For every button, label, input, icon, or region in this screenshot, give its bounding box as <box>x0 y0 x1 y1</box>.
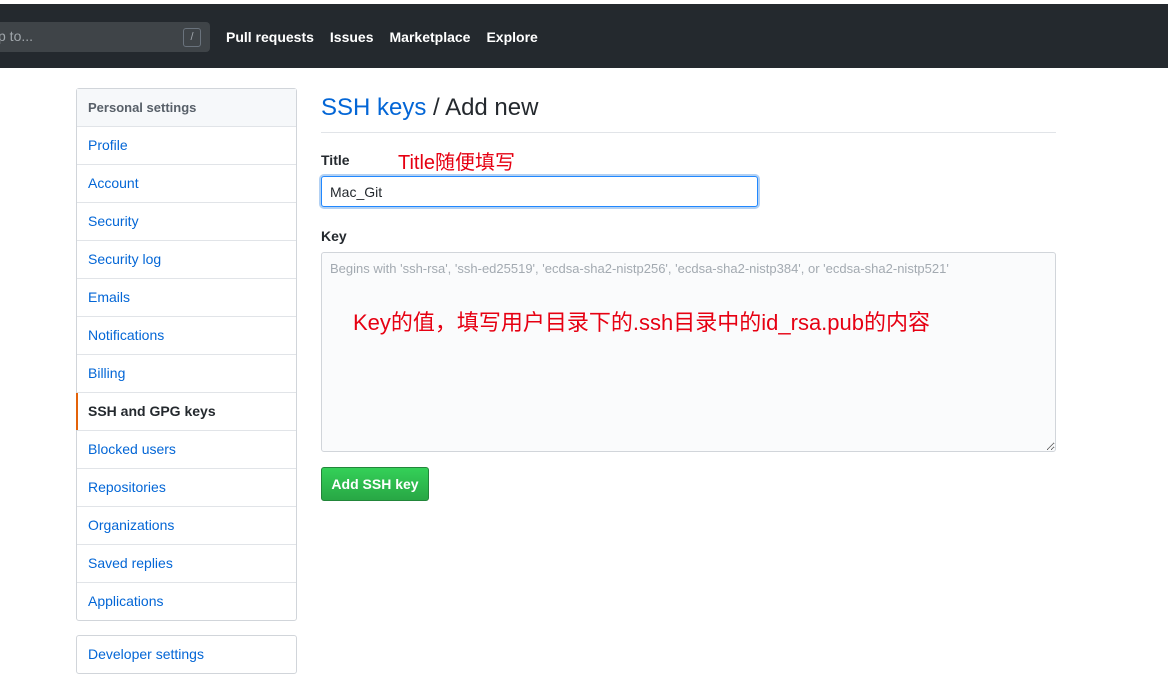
sidebar-heading: Personal settings <box>77 89 296 127</box>
nav-explore[interactable]: Explore <box>486 29 537 45</box>
page-title-text: Add new <box>445 94 539 121</box>
title-annotation: Title随便填写 <box>398 152 516 174</box>
key-textarea[interactable] <box>321 252 1056 452</box>
title-label: Title <box>321 152 350 168</box>
sidebar-item-security[interactable]: Security <box>77 203 296 241</box>
title-divider <box>321 132 1056 133</box>
sidebar-item-profile[interactable]: Profile <box>77 127 296 165</box>
sidebar-item-applications[interactable]: Applications <box>77 583 296 620</box>
sidebar-item-organizations[interactable]: Organizations <box>77 507 296 545</box>
sidebar-item-billing[interactable]: Billing <box>77 355 296 393</box>
sidebar-item-emails[interactable]: Emails <box>77 279 296 317</box>
slash-shortcut-icon: / <box>183 28 201 47</box>
sidebar-item-notifications[interactable]: Notifications <box>77 317 296 355</box>
nav-issues[interactable]: Issues <box>330 29 374 45</box>
key-annotation: Key的值，填写用户目录下的.ssh目录中的id_rsa.pub的内容 <box>353 310 930 335</box>
developer-settings-menu: Developer settings <box>76 635 297 674</box>
sidebar-item-ssh-gpg-keys[interactable]: SSH and GPG keys <box>76 393 296 431</box>
sidebar-item-security-log[interactable]: Security log <box>77 241 296 279</box>
nav-pull-requests[interactable]: Pull requests <box>226 29 314 45</box>
nav-marketplace[interactable]: Marketplace <box>390 29 471 45</box>
add-ssh-key-button[interactable]: Add SSH key <box>321 467 429 501</box>
settings-sidebar: Personal settings Profile Account Securi… <box>76 88 297 621</box>
sidebar-item-account[interactable]: Account <box>77 165 296 203</box>
sidebar-item-saved-replies[interactable]: Saved replies <box>77 545 296 583</box>
sidebar-item-repositories[interactable]: Repositories <box>77 469 296 507</box>
search-input[interactable]: p to... / <box>0 22 210 52</box>
breadcrumb-ssh-keys[interactable]: SSH keys <box>321 94 426 121</box>
sidebar-item-developer-settings[interactable]: Developer settings <box>77 636 296 673</box>
breadcrumb-separator: / <box>426 94 446 121</box>
header-nav: Pull requests Issues Marketplace Explore <box>226 29 538 45</box>
key-label: Key <box>321 228 347 244</box>
title-input[interactable] <box>321 176 758 207</box>
page-title: SSH keys / Add new <box>321 94 538 122</box>
global-header: p to... / Pull requests Issues Marketpla… <box>0 4 1168 68</box>
sidebar-item-blocked-users[interactable]: Blocked users <box>77 431 296 469</box>
search-placeholder: p to... <box>0 28 34 44</box>
